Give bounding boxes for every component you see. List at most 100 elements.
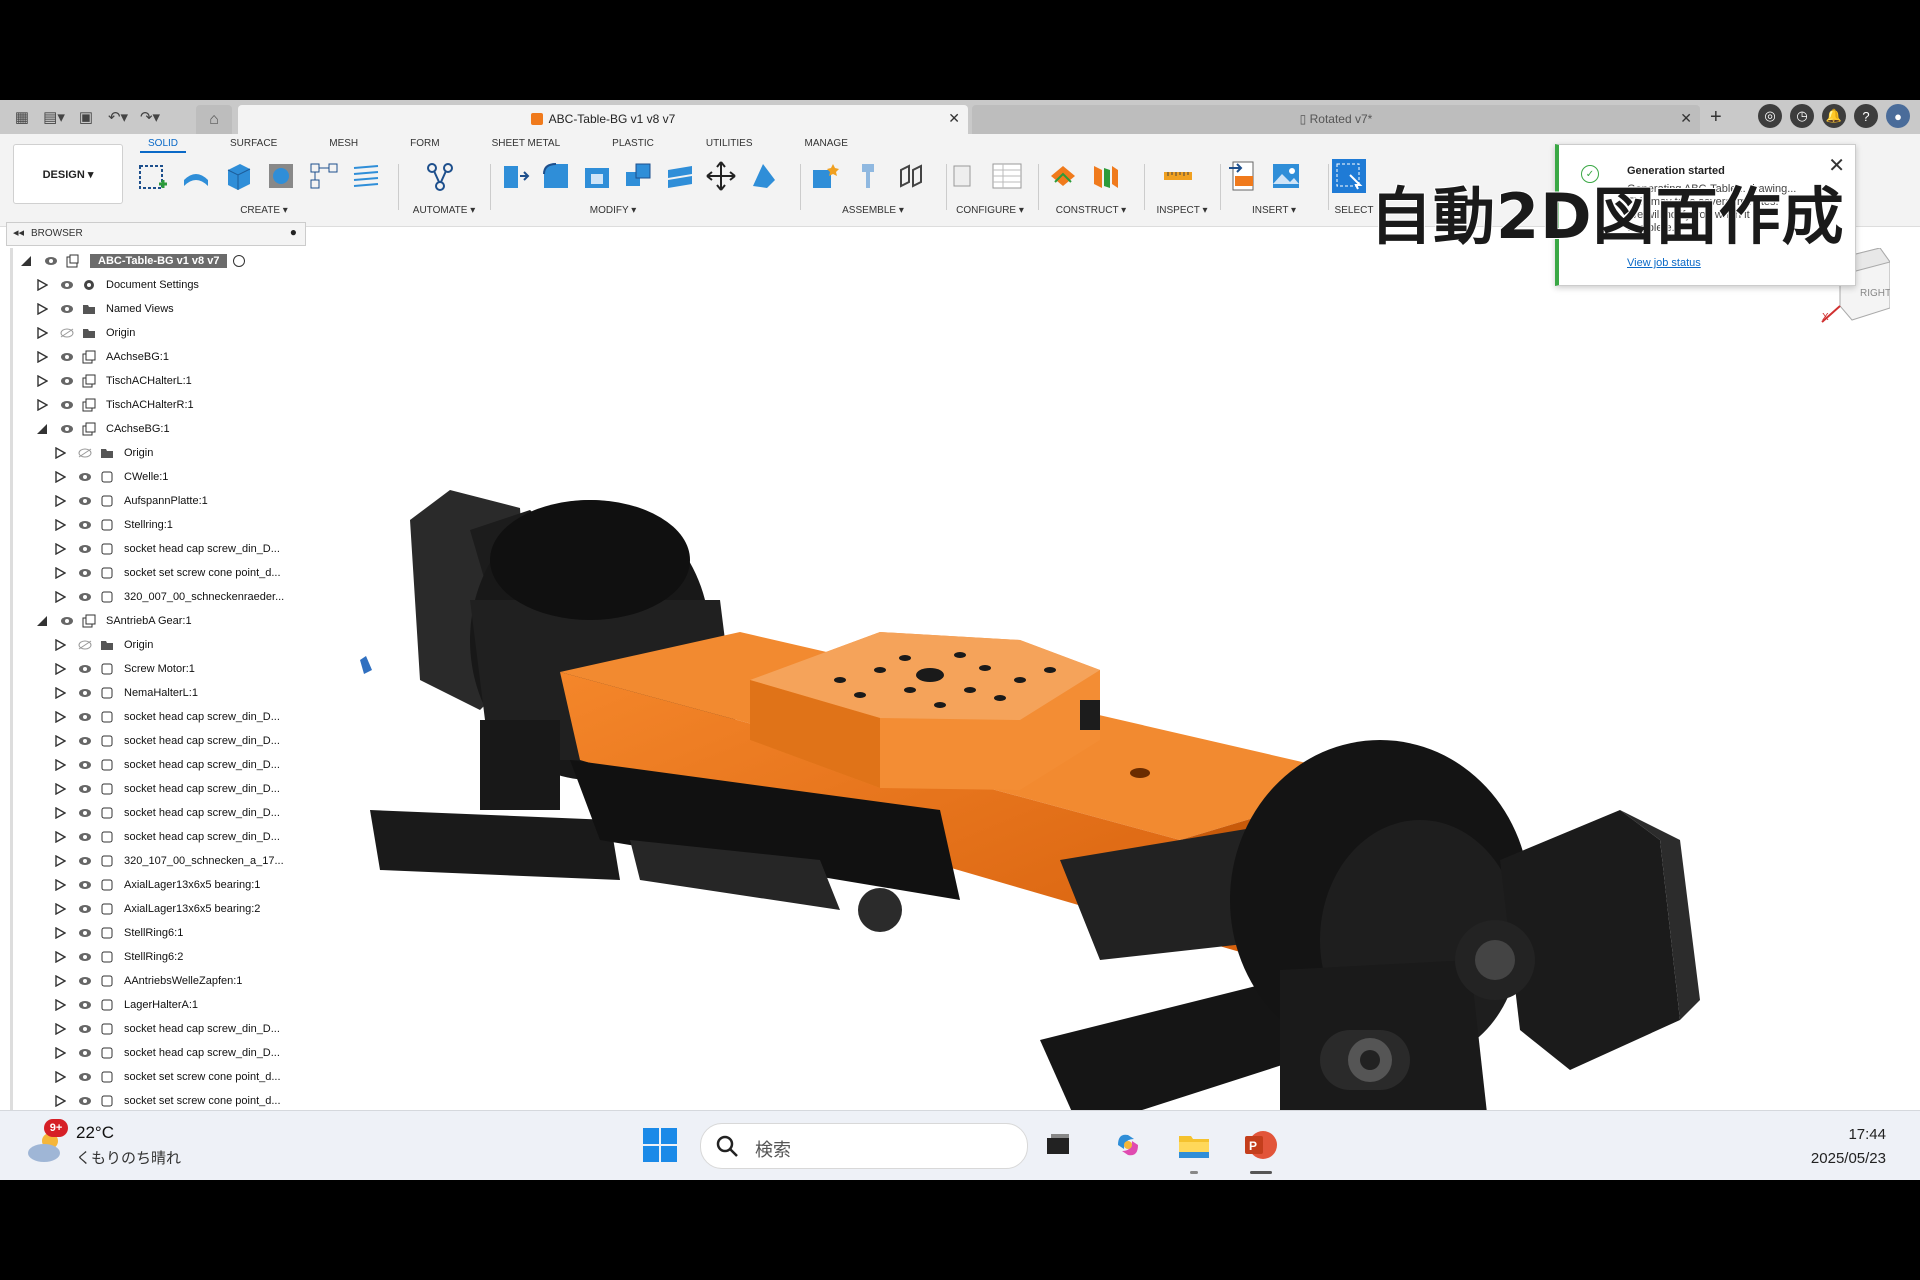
coil-icon[interactable] — [349, 159, 383, 193]
task-view-icon[interactable] — [1038, 1125, 1078, 1165]
view-job-status-link[interactable]: View job status — [1627, 257, 1701, 269]
new-tab-button[interactable]: + — [1710, 106, 1722, 129]
move-copy-icon[interactable] — [705, 159, 737, 193]
redo-icon[interactable]: ↷▾ — [139, 106, 161, 128]
expand-triangle-icon[interactable] — [54, 495, 66, 507]
expand-triangle-icon[interactable] — [54, 1071, 66, 1083]
midplane-icon[interactable] — [1089, 159, 1123, 193]
visibility-eye-icon[interactable] — [78, 1000, 92, 1010]
tree-item[interactable]: Stellring:1 — [54, 514, 173, 536]
tab-solid[interactable]: SOLID — [140, 136, 187, 153]
3d-viewport[interactable] — [320, 240, 1920, 1180]
collapse-triangle-icon[interactable] — [36, 615, 48, 627]
tab-surface[interactable]: SURFACE — [222, 136, 285, 153]
tree-item[interactable]: 320_107_00_schnecken_a_17... — [54, 850, 284, 872]
expand-triangle-icon[interactable] — [54, 735, 66, 747]
expand-triangle-icon[interactable] — [54, 927, 66, 939]
expand-triangle-icon[interactable] — [54, 879, 66, 891]
copilot-icon[interactable] — [1108, 1125, 1148, 1165]
expand-triangle-icon[interactable] — [36, 375, 48, 387]
windows-start-icon[interactable] — [642, 1127, 678, 1163]
tree-item[interactable]: socket head cap screw_din_D... — [54, 706, 280, 728]
visibility-eye-icon[interactable] — [78, 856, 92, 866]
tree-item[interactable]: Screw Motor:1 — [54, 658, 195, 680]
tree-item[interactable]: socket head cap screw_din_D... — [54, 538, 280, 560]
visibility-eye-icon[interactable] — [78, 496, 92, 506]
visibility-eye-icon[interactable] — [78, 544, 92, 554]
construct-menu[interactable]: CONSTRUCT ▾ — [1046, 205, 1136, 216]
visibility-eye-icon[interactable] — [78, 688, 92, 698]
tab-plastic[interactable]: PLASTIC — [604, 136, 662, 153]
notifications-icon[interactable]: 🔔 — [1822, 104, 1846, 128]
tree-item[interactable]: socket head cap screw_din_D... — [54, 754, 280, 776]
visibility-eye-icon[interactable] — [60, 280, 74, 290]
visibility-eye-icon[interactable] — [78, 448, 92, 458]
visibility-eye-icon[interactable] — [60, 376, 74, 386]
taskbar-search-box[interactable]: 検索 — [700, 1123, 1028, 1169]
shell-icon[interactable] — [581, 159, 613, 193]
fillet-icon[interactable] — [539, 159, 571, 193]
visibility-eye-icon[interactable] — [78, 1096, 92, 1106]
collapse-panel-icon[interactable]: ◂◂ — [13, 226, 24, 239]
automate-icon[interactable] — [423, 159, 457, 193]
tree-item[interactable]: AAntriebsWelleZapfen:1 — [54, 970, 242, 992]
expand-triangle-icon[interactable] — [54, 711, 66, 723]
tree-item[interactable]: socket head cap screw_din_D... — [54, 778, 280, 800]
visibility-eye-icon[interactable] — [78, 640, 92, 650]
visibility-eye-icon[interactable] — [78, 1024, 92, 1034]
tree-item[interactable]: Named Views — [36, 298, 174, 320]
tree-item[interactable]: socket head cap screw_din_D... — [54, 802, 280, 824]
configure-icon[interactable] — [950, 159, 982, 193]
tab-close-button[interactable]: ✕ — [1680, 110, 1692, 127]
configure-menu[interactable]: CONFIGURE ▾ — [950, 205, 1030, 216]
visibility-eye-icon[interactable] — [60, 616, 74, 626]
expand-triangle-icon[interactable] — [54, 951, 66, 963]
tree-item[interactable]: Origin — [36, 322, 135, 344]
split-body-icon[interactable] — [664, 159, 696, 193]
tree-item[interactable]: SAntriebA Gear:1 — [36, 610, 192, 632]
home-tab-button[interactable]: ⌂ — [196, 105, 232, 134]
tree-item[interactable]: 320_007_00_schneckenraeder... — [54, 586, 284, 608]
tree-item[interactable]: StellRing6:1 — [54, 922, 183, 944]
automate-menu[interactable]: AUTOMATE ▾ — [404, 205, 484, 216]
tree-item[interactable]: TischACHalterL:1 — [36, 370, 192, 392]
tree-item[interactable]: Document Settings — [36, 274, 199, 296]
expand-triangle-icon[interactable] — [36, 303, 48, 315]
visibility-eye-icon[interactable] — [78, 928, 92, 938]
visibility-eye-icon[interactable] — [78, 472, 92, 482]
expand-triangle-icon[interactable] — [36, 351, 48, 363]
expand-triangle-icon[interactable] — [36, 327, 48, 339]
tree-item[interactable]: socket head cap screw_din_D... — [54, 730, 280, 752]
visibility-eye-icon[interactable] — [44, 256, 58, 266]
undo-icon[interactable]: ↶▾ — [107, 106, 129, 128]
system-clock[interactable]: 17:44 2025/05/23 — [1811, 1123, 1886, 1171]
appearance-icon[interactable] — [747, 159, 779, 193]
pattern-icon[interactable] — [307, 159, 341, 193]
weather-description[interactable]: くもりのち晴れ — [76, 1147, 181, 1168]
file-explorer-icon[interactable] — [1174, 1125, 1214, 1165]
combine-icon[interactable] — [622, 159, 654, 193]
expand-triangle-icon[interactable] — [54, 663, 66, 675]
visibility-eye-icon[interactable] — [78, 976, 92, 986]
powerpoint-icon[interactable]: P — [1240, 1125, 1280, 1165]
collapse-triangle-icon[interactable] — [20, 255, 32, 267]
visibility-eye-icon[interactable] — [78, 952, 92, 962]
activate-radio-icon[interactable] — [233, 255, 246, 267]
tab-mesh[interactable]: MESH — [321, 136, 366, 153]
tree-item[interactable]: CAchseBG:1 — [36, 418, 170, 440]
expand-triangle-icon[interactable] — [54, 639, 66, 651]
tree-root[interactable]: ABC-Table-BG v1 v8 v7 — [20, 250, 246, 272]
visibility-eye-icon[interactable] — [78, 712, 92, 722]
expand-triangle-icon[interactable] — [36, 399, 48, 411]
assemble-menu[interactable]: ASSEMBLE ▾ — [808, 205, 938, 216]
tree-item[interactable]: LagerHalterA:1 — [54, 994, 198, 1016]
visibility-eye-icon[interactable] — [60, 424, 74, 434]
tree-item[interactable]: socket head cap screw_din_D... — [54, 826, 280, 848]
tree-item[interactable]: AufspannPlatte:1 — [54, 490, 208, 512]
visibility-eye-icon[interactable] — [78, 736, 92, 746]
visibility-eye-icon[interactable] — [78, 568, 92, 578]
workspace-switcher-button[interactable]: DESIGN ▾ — [13, 144, 123, 204]
expand-triangle-icon[interactable] — [54, 831, 66, 843]
tab-manage[interactable]: MANAGE — [797, 136, 856, 153]
tab-sheet-metal[interactable]: SHEET METAL — [484, 136, 569, 153]
